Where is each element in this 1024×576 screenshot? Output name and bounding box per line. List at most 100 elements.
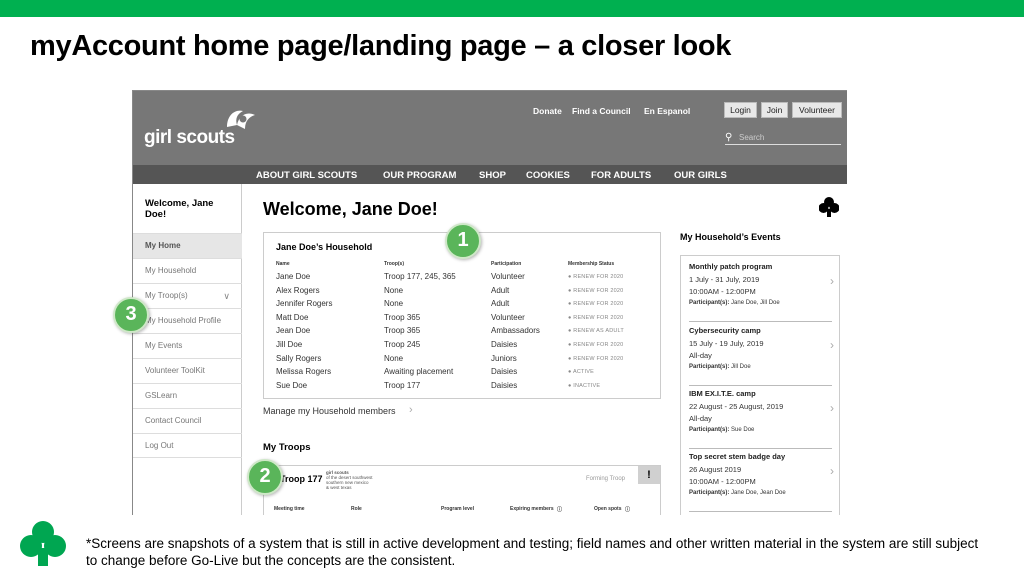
chevron-right-icon[interactable]: › — [830, 464, 834, 478]
sidebar-item-gslearn[interactable]: GSLearn — [133, 383, 242, 408]
event-time: All-day — [689, 414, 712, 423]
sidebar-item-log-out[interactable]: Log Out — [133, 433, 242, 458]
my-troops-title: My Troops — [263, 442, 311, 453]
troop-col-program-level: Program level — [441, 506, 475, 512]
sidebar-item-my-home[interactable]: My Home — [133, 233, 242, 258]
chevron-right-icon[interactable]: › — [830, 338, 834, 352]
donate-link[interactable]: Donate — [533, 106, 562, 116]
main-nav: ABOUT GIRL SCOUTS OUR PROGRAM SHOP COOKI… — [133, 165, 847, 184]
membership-status-link[interactable]: ● RENEW FOR 2020 — [568, 274, 623, 280]
nav-our-program[interactable]: OUR PROGRAM — [383, 170, 456, 181]
participants-label: Participant(s): — [689, 427, 730, 433]
membership-status-link[interactable]: ● RENEW AS ADULT — [568, 328, 624, 334]
sidebar-item-contact-council[interactable]: Contact Council — [133, 408, 242, 433]
col-header-troops: Troop(s) — [384, 261, 404, 267]
find-council-link[interactable]: Find a Council — [572, 106, 631, 116]
help-icon[interactable]: ⓘ — [557, 506, 562, 513]
trefoil-icon — [819, 197, 839, 217]
event-card[interactable]: Top secret stem badge day 26 August 2019… — [689, 452, 834, 512]
col-header-name: Name — [276, 261, 290, 267]
chevron-right-icon[interactable]: › — [830, 274, 834, 288]
search-input[interactable]: Search — [739, 133, 764, 142]
chevron-right-icon[interactable]: › — [409, 404, 413, 416]
member-name: Jennifer Rogers — [276, 299, 333, 309]
girl-scouts-logo-text[interactable]: girl scouts — [144, 127, 235, 149]
member-participation: Ambassadors — [491, 326, 540, 336]
search-icon[interactable]: ⚲ — [725, 132, 732, 143]
event-name[interactable]: Cybersecurity camp — [689, 326, 832, 335]
event-participants: Participant(s): Jill Doe — [689, 364, 832, 370]
membership-status-link[interactable]: ● RENEW FOR 2020 — [568, 315, 623, 321]
volunteer-button[interactable]: Volunteer — [792, 102, 842, 118]
member-name: Melissa Rogers — [276, 367, 332, 377]
slide: myAccount home page/landing page – a clo… — [0, 0, 1024, 576]
site-header: girl scouts Donate Find a Council En Esp… — [133, 91, 847, 165]
member-troops: Troop 365 — [384, 312, 421, 322]
chevron-right-icon[interactable]: › — [830, 401, 834, 415]
troop-status: Forming Troop — [586, 476, 626, 482]
member-name: Jean Doe — [276, 326, 311, 336]
troop-col-open-spots: Open spots — [594, 506, 622, 512]
trefoil-profile-logo-icon — [227, 110, 255, 129]
event-name[interactable]: Monthly patch program — [689, 262, 832, 271]
membership-status: RENEW FOR 2020 — [573, 274, 624, 280]
nav-for-adults[interactable]: FOR ADULTS — [591, 170, 651, 181]
member-name: Matt Doe — [276, 312, 309, 322]
callout-2: 2 — [247, 459, 283, 495]
nav-shop[interactable]: SHOP — [479, 170, 506, 181]
alert-icon[interactable]: ! — [638, 466, 660, 484]
event-name[interactable]: Top secret stem badge day — [689, 452, 832, 461]
slide-title: myAccount home page/landing page – a clo… — [30, 30, 732, 62]
membership-status-link[interactable]: ● RENEW FOR 2020 — [568, 356, 623, 362]
member-name: Sue Doe — [276, 380, 308, 390]
top-accent-bar — [0, 0, 1024, 17]
callout-1: 1 — [445, 223, 481, 259]
manage-household-link[interactable]: Manage my Household members — [263, 406, 396, 416]
council-logo: girl scouts of the desert southwest sout… — [326, 470, 386, 490]
event-date: 15 July - 19 July, 2019 — [689, 339, 764, 348]
event-date: 26 August 2019 — [689, 465, 742, 474]
membership-status-link[interactable]: ● ACTIVE — [568, 369, 594, 375]
nav-about[interactable]: ABOUT GIRL SCOUTS — [256, 170, 357, 181]
event-card[interactable]: Cybersecurity camp 15 July - 19 July, 20… — [689, 326, 834, 386]
event-time: All-day — [689, 351, 712, 360]
member-participation: Volunteer — [491, 312, 525, 322]
nav-our-girls[interactable]: OUR GIRLS — [674, 170, 727, 181]
event-card[interactable]: Monthly patch program 1 July - 31 July, … — [689, 262, 834, 322]
member-name: Sally Rogers — [276, 353, 322, 363]
event-name[interactable]: IBM EX.I.T.E. camp — [689, 389, 832, 398]
membership-status-link[interactable]: ● RENEW FOR 2020 — [568, 342, 623, 348]
member-name: Jill Doe — [276, 340, 303, 349]
sidebar-item-my-household[interactable]: My Household — [133, 258, 242, 283]
member-participation: Daisies — [491, 367, 518, 377]
member-troops: None — [384, 285, 404, 295]
member-participation: Daisies — [491, 340, 518, 349]
event-time: 10:00AM - 12:00PM — [689, 477, 756, 486]
membership-status-link[interactable]: ● INACTIVE — [568, 383, 600, 389]
en-espanol-link[interactable]: En Espanol — [644, 106, 690, 116]
event-card[interactable]: IBM EX.I.T.E. camp 22 August - 25 August… — [689, 389, 834, 449]
sidebar-item-my-events[interactable]: My Events — [133, 333, 242, 358]
sidebar-item-volunteer-toolkit[interactable]: Volunteer ToolKit — [133, 358, 242, 383]
member-troops: Troop 177 — [384, 380, 421, 390]
sidebar-item-label: My Troop(s) — [145, 291, 188, 300]
member-troops: None — [384, 299, 404, 309]
join-button[interactable]: Join — [761, 102, 788, 118]
membership-status: INACTIVE — [573, 382, 601, 389]
login-button[interactable]: Login — [724, 102, 757, 118]
member-troops: Troop 365 — [384, 326, 421, 336]
sidebar-item-household-profile[interactable]: My Household Profile — [133, 308, 242, 333]
sidebar-item-my-troops[interactable]: My Troop(s) ∨ — [133, 283, 242, 308]
membership-status-link[interactable]: ● RENEW FOR 2020 — [568, 288, 623, 294]
troop-name[interactable]: Troop 177 — [280, 474, 323, 484]
chevron-down-icon[interactable]: ∨ — [223, 284, 230, 308]
event-participants: Participant(s): Jane Doe, Jill Doe — [689, 300, 832, 306]
screenshot-frame: girl scouts Donate Find a Council En Esp… — [132, 90, 847, 515]
membership-status: RENEW FOR 2020 — [573, 342, 624, 348]
membership-status: RENEW FOR 2020 — [573, 355, 624, 362]
participants-label: Participant(s): — [689, 490, 730, 496]
help-icon[interactable]: ⓘ — [625, 506, 630, 513]
nav-cookies[interactable]: COOKIES — [526, 170, 570, 181]
troop-card[interactable]: Troop 177 girl scouts of the desert sout… — [263, 465, 661, 515]
membership-status-link[interactable]: ● RENEW FOR 2020 — [568, 301, 623, 307]
